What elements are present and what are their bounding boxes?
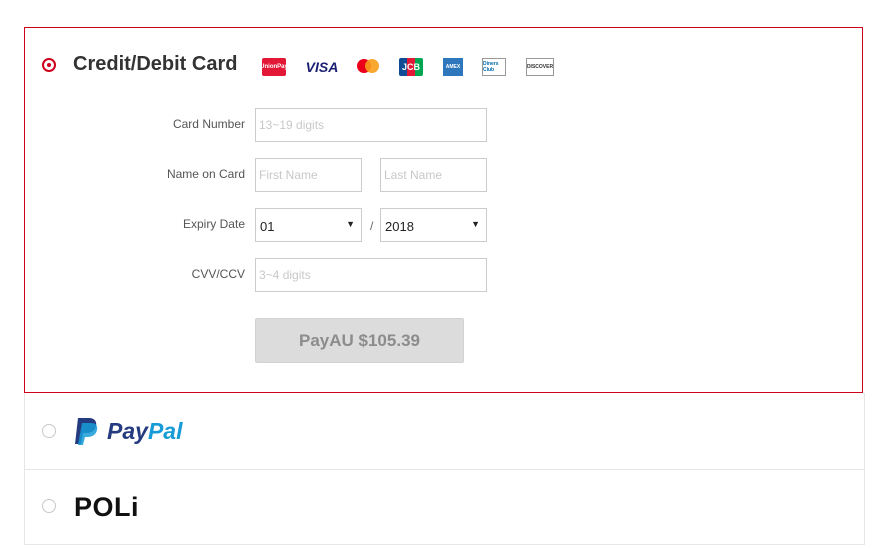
unionpay-icon: UnionPay xyxy=(260,58,288,76)
expiry-month-select[interactable]: 01 ▼ xyxy=(255,208,362,242)
card-number-label: Card Number xyxy=(172,117,245,131)
discover-icon: DISCOVER xyxy=(526,58,554,76)
credit-card-panel: Credit/Debit Card UnionPay VISA JCB AMEX… xyxy=(24,27,863,393)
diners-club-icon: Diners Club xyxy=(482,58,506,76)
credit-card-radio[interactable] xyxy=(42,58,56,72)
expiry-date-label: Expiry Date xyxy=(182,217,245,231)
paypal-radio[interactable] xyxy=(42,424,56,438)
amex-icon: AMEX xyxy=(443,58,463,76)
expiry-year-value: 2018 xyxy=(385,219,414,234)
poli-option[interactable]: POLi xyxy=(24,470,865,545)
credit-card-title: Credit/Debit Card xyxy=(73,53,238,75)
paypal-logo: PayPal xyxy=(72,415,182,447)
paypal-p-icon xyxy=(75,418,98,445)
mastercard-icon xyxy=(354,58,382,76)
visa-icon: VISA xyxy=(305,59,339,75)
chevron-down-icon: ▼ xyxy=(471,219,480,229)
poli-radio[interactable] xyxy=(42,499,56,513)
expiry-month-value: 01 xyxy=(260,219,275,234)
name-on-card-label: Name on Card xyxy=(166,167,245,181)
pay-button[interactable]: PayAU $105.39 xyxy=(255,318,464,363)
paypal-text-pay: Pay xyxy=(107,417,148,444)
chevron-down-icon: ▼ xyxy=(346,219,355,229)
poli-logo: POLi xyxy=(74,490,139,524)
expiry-year-select[interactable]: 2018 ▼ xyxy=(380,208,487,242)
cvv-input[interactable] xyxy=(255,258,487,292)
card-number-input[interactable] xyxy=(255,108,487,142)
paypal-option[interactable]: PayPal xyxy=(24,393,865,470)
cvv-label: CVV/CCV xyxy=(191,267,245,281)
last-name-input[interactable] xyxy=(380,158,487,192)
jcb-icon: JCB xyxy=(399,58,423,76)
poli-logo-text: POLi xyxy=(74,491,140,522)
first-name-input[interactable] xyxy=(255,158,362,192)
paypal-text-pal: Pal xyxy=(147,417,183,444)
expiry-separator: / xyxy=(370,219,374,233)
